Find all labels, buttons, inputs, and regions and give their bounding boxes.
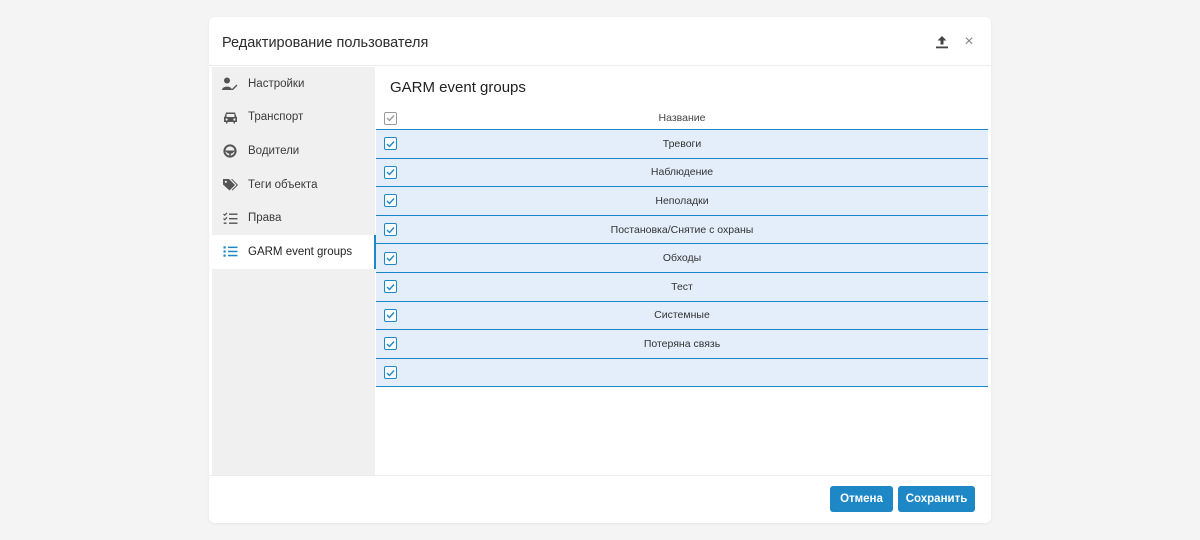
sidebar-item-object-tags[interactable]: Теги объекта bbox=[212, 168, 375, 202]
table-row[interactable]: Тест bbox=[376, 272, 988, 302]
table-row[interactable] bbox=[376, 358, 988, 388]
row-name: Наблюдение bbox=[650, 166, 714, 179]
row-checkbox-cell bbox=[376, 216, 404, 244]
row-checkbox[interactable] bbox=[383, 308, 397, 322]
row-name: Обходы bbox=[662, 252, 702, 265]
row-checkbox-cell bbox=[376, 302, 404, 330]
dialog-header: Редактирование пользователя × bbox=[209, 17, 991, 66]
table-row[interactable]: Постановка/Снятие с охраны bbox=[376, 215, 988, 245]
row-name: Неполадки bbox=[655, 194, 709, 207]
sidebar-item-label: GARM event groups bbox=[248, 245, 353, 258]
table-row[interactable]: Тревоги bbox=[376, 130, 988, 159]
row-checkbox[interactable] bbox=[383, 165, 397, 179]
table-row[interactable]: Наблюдение bbox=[376, 158, 988, 188]
sidebar-item-label: Права bbox=[248, 212, 282, 225]
row-checkbox[interactable] bbox=[383, 251, 397, 265]
section-title: GARM event groups bbox=[390, 79, 526, 96]
main-panel: GARM event groups Название Тревоги Наблюд… bbox=[376, 67, 988, 475]
table-row[interactable]: Системные bbox=[376, 301, 988, 331]
select-all-checkbox[interactable] bbox=[383, 111, 397, 125]
row-checkbox[interactable] bbox=[383, 366, 397, 380]
save-button[interactable]: Сохранить bbox=[898, 486, 975, 512]
cancel-button[interactable]: Отмена bbox=[830, 486, 893, 512]
edit-user-dialog: Редактирование пользователя × Настройки bbox=[209, 17, 991, 523]
row-checkbox-cell bbox=[376, 130, 404, 158]
sidebar-item-drivers[interactable]: Водители bbox=[212, 134, 375, 168]
tags-icon bbox=[222, 177, 238, 193]
event-groups-table: Название Тревоги Наблюдение Неполадки Поста… bbox=[376, 107, 988, 388]
sidebar-item-label: Транспорт bbox=[248, 111, 304, 124]
checklist-icon bbox=[222, 210, 238, 226]
sidebar-item-rights[interactable]: Права bbox=[212, 201, 375, 235]
column-header-name[interactable]: Название bbox=[404, 112, 988, 124]
dialog-footer: Отмена Сохранить bbox=[209, 475, 991, 523]
row-checkbox-cell bbox=[376, 359, 404, 387]
row-name: Тест bbox=[671, 280, 693, 293]
upload-icon[interactable] bbox=[932, 32, 952, 52]
sidebar-item-label: Теги объекта bbox=[248, 178, 318, 191]
row-checkbox[interactable] bbox=[383, 280, 397, 294]
table-row[interactable]: Обходы bbox=[376, 244, 988, 273]
close-icon[interactable]: × bbox=[959, 32, 979, 52]
row-checkbox-cell bbox=[376, 330, 404, 358]
table-row[interactable]: Неполадки bbox=[376, 187, 988, 216]
sidebar-item-label: Настройки bbox=[248, 77, 305, 90]
row-checkbox-cell bbox=[376, 187, 404, 215]
list-icon bbox=[222, 244, 238, 260]
sidebar-item-settings[interactable]: Настройки bbox=[212, 67, 375, 101]
sidebar-item-transport[interactable]: Транспорт bbox=[212, 101, 375, 135]
select-all-cell bbox=[376, 107, 404, 129]
row-checkbox-cell bbox=[376, 244, 404, 272]
table-row[interactable]: Потеряна связь bbox=[376, 330, 988, 359]
row-checkbox[interactable] bbox=[383, 337, 397, 351]
row-name: Тревоги bbox=[662, 137, 702, 150]
table-header: Название bbox=[376, 107, 988, 130]
row-name: Постановка/Снятие с охраны bbox=[610, 223, 754, 236]
row-name: Потеряна связь bbox=[643, 337, 721, 350]
row-checkbox-cell bbox=[376, 159, 404, 187]
car-icon bbox=[222, 109, 238, 125]
dialog-title: Редактирование пользователя bbox=[222, 35, 429, 51]
sidebar: Настройки Транспорт Водители Теги объект… bbox=[212, 67, 376, 475]
row-checkbox[interactable] bbox=[383, 223, 397, 237]
user-settings-icon bbox=[222, 76, 238, 92]
row-checkbox[interactable] bbox=[383, 194, 397, 208]
sidebar-item-garm-event-groups[interactable]: GARM event groups bbox=[212, 234, 376, 269]
row-checkbox[interactable] bbox=[383, 137, 397, 151]
steering-wheel-icon bbox=[222, 143, 238, 159]
row-checkbox-cell bbox=[376, 273, 404, 301]
row-name: Системные bbox=[654, 309, 710, 322]
sidebar-item-label: Водители bbox=[248, 144, 300, 157]
